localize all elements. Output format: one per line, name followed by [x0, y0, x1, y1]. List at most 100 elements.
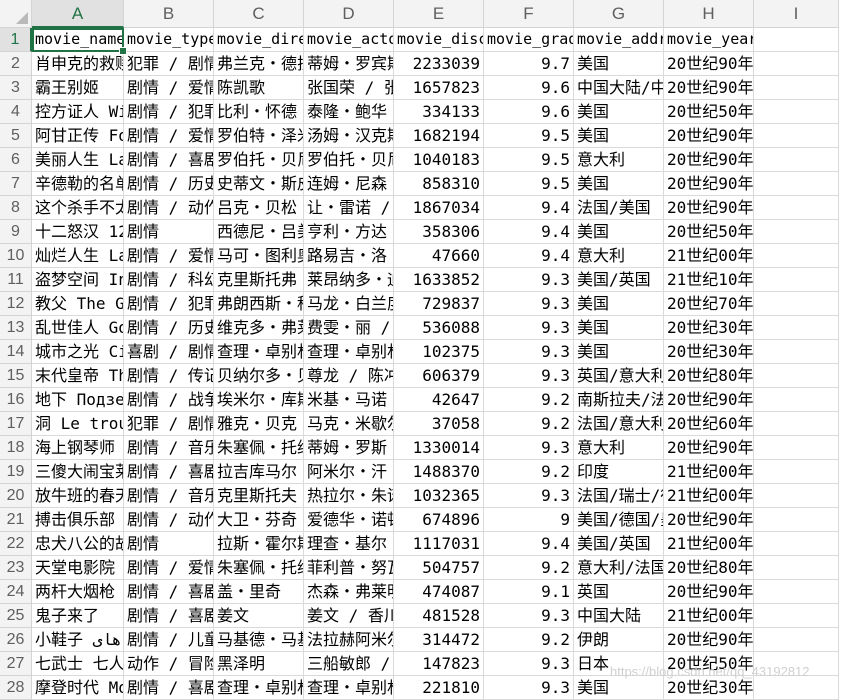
- cell-h2[interactable]: 20世纪90年代: [664, 52, 754, 76]
- cell-h16[interactable]: 20世纪90年代: [664, 388, 754, 412]
- column-header-c[interactable]: C: [214, 0, 304, 28]
- cell-e15[interactable]: 606379: [394, 364, 484, 388]
- cell-f28[interactable]: 9.3: [484, 676, 574, 700]
- cell-g15[interactable]: 英国/意大利/中国: [574, 364, 664, 388]
- cell-e28[interactable]: 221810: [394, 676, 484, 700]
- cell-b4[interactable]: 剧情 / 犯罪: [124, 100, 214, 124]
- cell-g16[interactable]: 南斯拉夫/法国: [574, 388, 664, 412]
- cell-b2[interactable]: 犯罪 / 剧情: [124, 52, 214, 76]
- row-header-15[interactable]: 15: [0, 364, 32, 388]
- cell-d6[interactable]: 罗伯托・贝尼尼: [304, 148, 394, 172]
- cell-c27[interactable]: 黑泽明: [214, 652, 304, 676]
- cell-h11[interactable]: 21世纪10年代: [664, 268, 754, 292]
- cell-c18[interactable]: 朱塞佩・托纳多雷: [214, 436, 304, 460]
- cell-a14[interactable]: 城市之光 City: [32, 340, 124, 364]
- cell-e18[interactable]: 1330014: [394, 436, 484, 460]
- row-header-7[interactable]: 7: [0, 172, 32, 196]
- cell-h4[interactable]: 20世纪50年代: [664, 100, 754, 124]
- row-header-14[interactable]: 14: [0, 340, 32, 364]
- cell-g5[interactable]: 美国: [574, 124, 664, 148]
- row-header-4[interactable]: 4: [0, 100, 32, 124]
- cell-a26[interactable]: 小鞋子 بچه‌های: [32, 628, 124, 652]
- cell-b19[interactable]: 剧情 / 喜剧: [124, 460, 214, 484]
- cell-i11[interactable]: [754, 268, 839, 292]
- cell-d10[interactable]: 路易吉・洛: [304, 244, 394, 268]
- column-header-f[interactable]: F: [484, 0, 574, 28]
- cell-c10[interactable]: 马可・图利奥: [214, 244, 304, 268]
- cell-d8[interactable]: 让・雷诺 / 娜塔莉: [304, 196, 394, 220]
- cell-g4[interactable]: 美国: [574, 100, 664, 124]
- cell-i22[interactable]: [754, 532, 839, 556]
- cell-c4[interactable]: 比利・怀德: [214, 100, 304, 124]
- cell-f1[interactable]: movie_grade: [484, 28, 574, 52]
- cell-d15[interactable]: 尊龙 / 陈冲: [304, 364, 394, 388]
- cell-d26[interactable]: 法拉赫阿米尔: [304, 628, 394, 652]
- cell-i1[interactable]: [754, 28, 839, 52]
- cell-h13[interactable]: 20世纪30年代: [664, 316, 754, 340]
- cell-d4[interactable]: 泰隆・鲍华: [304, 100, 394, 124]
- cell-h15[interactable]: 20世纪80年代: [664, 364, 754, 388]
- cell-f6[interactable]: 9.5: [484, 148, 574, 172]
- cell-g22[interactable]: 美国/英国: [574, 532, 664, 556]
- cell-c24[interactable]: 盖・里奇: [214, 580, 304, 604]
- row-header-24[interactable]: 24: [0, 580, 32, 604]
- cell-d12[interactable]: 马龙・白兰度: [304, 292, 394, 316]
- cell-b10[interactable]: 剧情 / 爱情: [124, 244, 214, 268]
- cell-b28[interactable]: 剧情 / 喜剧: [124, 676, 214, 700]
- cell-d18[interactable]: 蒂姆・罗斯: [304, 436, 394, 460]
- cell-f25[interactable]: 9.3: [484, 604, 574, 628]
- cell-i5[interactable]: [754, 124, 839, 148]
- cell-a16[interactable]: 地下 Подземље: [32, 388, 124, 412]
- cell-f8[interactable]: 9.4: [484, 196, 574, 220]
- cell-a25[interactable]: 鬼子来了: [32, 604, 124, 628]
- row-header-9[interactable]: 9: [0, 220, 32, 244]
- cell-c25[interactable]: 姜文: [214, 604, 304, 628]
- cell-a1[interactable]: movie_name: [32, 28, 124, 52]
- row-header-16[interactable]: 16: [0, 388, 32, 412]
- cell-h10[interactable]: 21世纪00年代: [664, 244, 754, 268]
- cell-g17[interactable]: 法国/意大利: [574, 412, 664, 436]
- cell-d25[interactable]: 姜文 / 香川照之: [304, 604, 394, 628]
- cell-d20[interactable]: 热拉尔・朱诺: [304, 484, 394, 508]
- cell-f7[interactable]: 9.5: [484, 172, 574, 196]
- cell-f20[interactable]: 9.3: [484, 484, 574, 508]
- cell-d17[interactable]: 马克・米歇尔: [304, 412, 394, 436]
- cell-f19[interactable]: 9.2: [484, 460, 574, 484]
- cell-i9[interactable]: [754, 220, 839, 244]
- cell-e6[interactable]: 1040183: [394, 148, 484, 172]
- row-header-2[interactable]: 2: [0, 52, 32, 76]
- cell-d11[interactable]: 莱昂纳多・迪卡普里奥: [304, 268, 394, 292]
- cell-a27[interactable]: 七武士 七人の侍: [32, 652, 124, 676]
- cell-c9[interactable]: 西德尼・吕美特: [214, 220, 304, 244]
- cell-c11[interactable]: 克里斯托弗・诺兰: [214, 268, 304, 292]
- cell-g6[interactable]: 意大利: [574, 148, 664, 172]
- cell-e4[interactable]: 334133: [394, 100, 484, 124]
- cell-h24[interactable]: 20世纪90年代: [664, 580, 754, 604]
- cell-e25[interactable]: 481528: [394, 604, 484, 628]
- cell-d22[interactable]: 理查・基尔: [304, 532, 394, 556]
- cell-c1[interactable]: movie_director: [214, 28, 304, 52]
- cell-i15[interactable]: [754, 364, 839, 388]
- cell-a12[interactable]: 教父 The Godfather: [32, 292, 124, 316]
- cell-a15[interactable]: 末代皇帝 The: [32, 364, 124, 388]
- cell-i12[interactable]: [754, 292, 839, 316]
- cell-e5[interactable]: 1682194: [394, 124, 484, 148]
- cell-b13[interactable]: 剧情 / 历史: [124, 316, 214, 340]
- cell-e14[interactable]: 102375: [394, 340, 484, 364]
- row-header-26[interactable]: 26: [0, 628, 32, 652]
- cell-i8[interactable]: [754, 196, 839, 220]
- column-header-g[interactable]: G: [574, 0, 664, 28]
- cell-e10[interactable]: 47660: [394, 244, 484, 268]
- cell-c8[interactable]: 吕克・贝松: [214, 196, 304, 220]
- cell-e27[interactable]: 147823: [394, 652, 484, 676]
- cell-a22[interactable]: 忠犬八公的故事: [32, 532, 124, 556]
- cell-a8[interactable]: 这个杀手不太冷: [32, 196, 124, 220]
- cell-e23[interactable]: 504757: [394, 556, 484, 580]
- cell-h19[interactable]: 21世纪00年代: [664, 460, 754, 484]
- cell-h12[interactable]: 20世纪70年代: [664, 292, 754, 316]
- cell-d16[interactable]: 米基・马诺: [304, 388, 394, 412]
- cell-g26[interactable]: 伊朗: [574, 628, 664, 652]
- cell-e21[interactable]: 674896: [394, 508, 484, 532]
- cell-h7[interactable]: 20世纪90年代: [664, 172, 754, 196]
- cell-c5[interactable]: 罗伯特・泽米吉斯: [214, 124, 304, 148]
